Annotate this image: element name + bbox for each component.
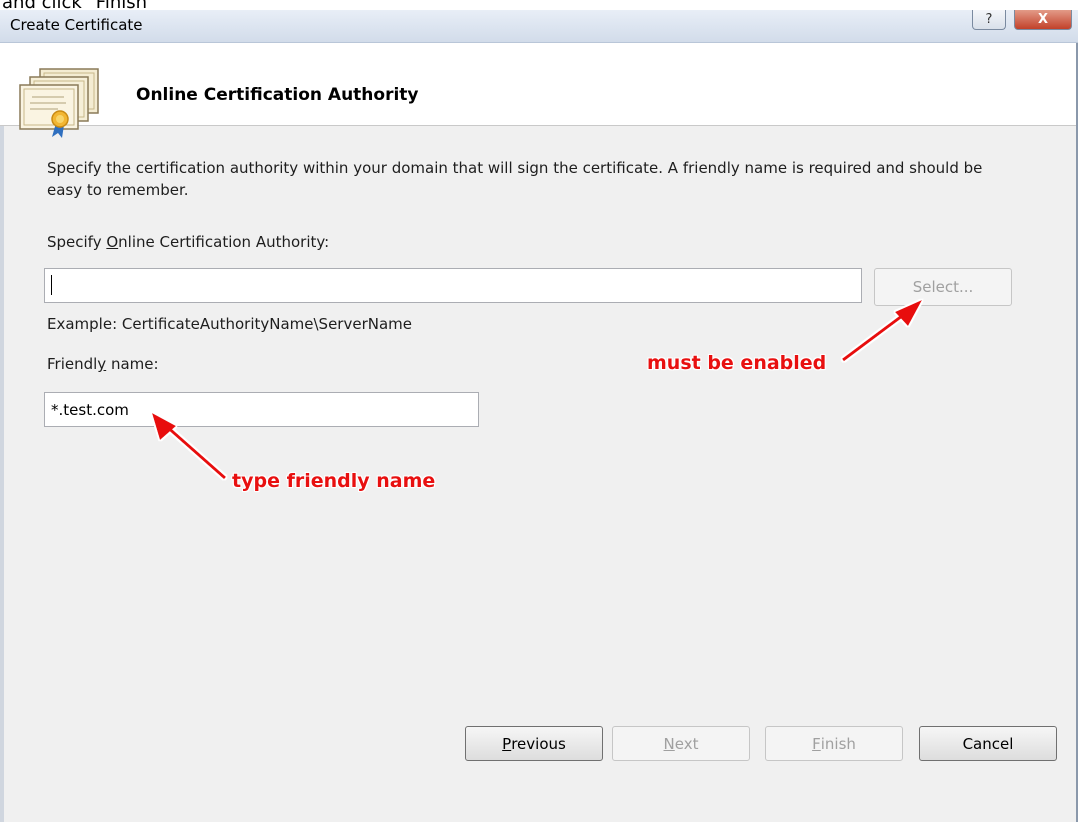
finish-button[interactable]: Finish	[765, 726, 903, 761]
title-bar: Create Certificate ? X	[0, 10, 1078, 43]
page-title: Online Certification Authority	[136, 85, 419, 105]
ca-label: Specify Online Certification Authority:	[47, 233, 330, 251]
cancel-button[interactable]: Cancel	[919, 726, 1057, 761]
friendly-name-label: Friendly name:	[47, 355, 159, 373]
ca-input[interactable]	[44, 268, 862, 303]
annotation-must-be-enabled: must be enabled	[647, 352, 827, 374]
window-title: Create Certificate	[10, 16, 143, 34]
help-icon: ?	[985, 12, 993, 27]
ca-example-text: Example: CertificateAuthorityName\Server…	[47, 315, 412, 333]
next-button[interactable]: Next	[612, 726, 750, 761]
select-button[interactable]: Select...	[874, 268, 1012, 306]
annotation-type-friendly-name: type friendly name	[232, 470, 436, 492]
left-border	[0, 126, 4, 822]
text-caret	[51, 275, 52, 295]
description-text: Specify the certification authority with…	[47, 159, 983, 199]
friendly-name-input[interactable]	[44, 392, 479, 427]
certificate-icon	[19, 68, 99, 138]
screenshot: and click "Finish" Create Certificate ? …	[0, 0, 1078, 822]
previous-button[interactable]: Previous	[465, 726, 603, 761]
close-button[interactable]: X	[1014, 10, 1072, 30]
wizard-header: Online Certification Authority	[0, 43, 1076, 138]
help-button[interactable]: ?	[972, 10, 1006, 30]
close-icon: X	[1037, 12, 1049, 27]
